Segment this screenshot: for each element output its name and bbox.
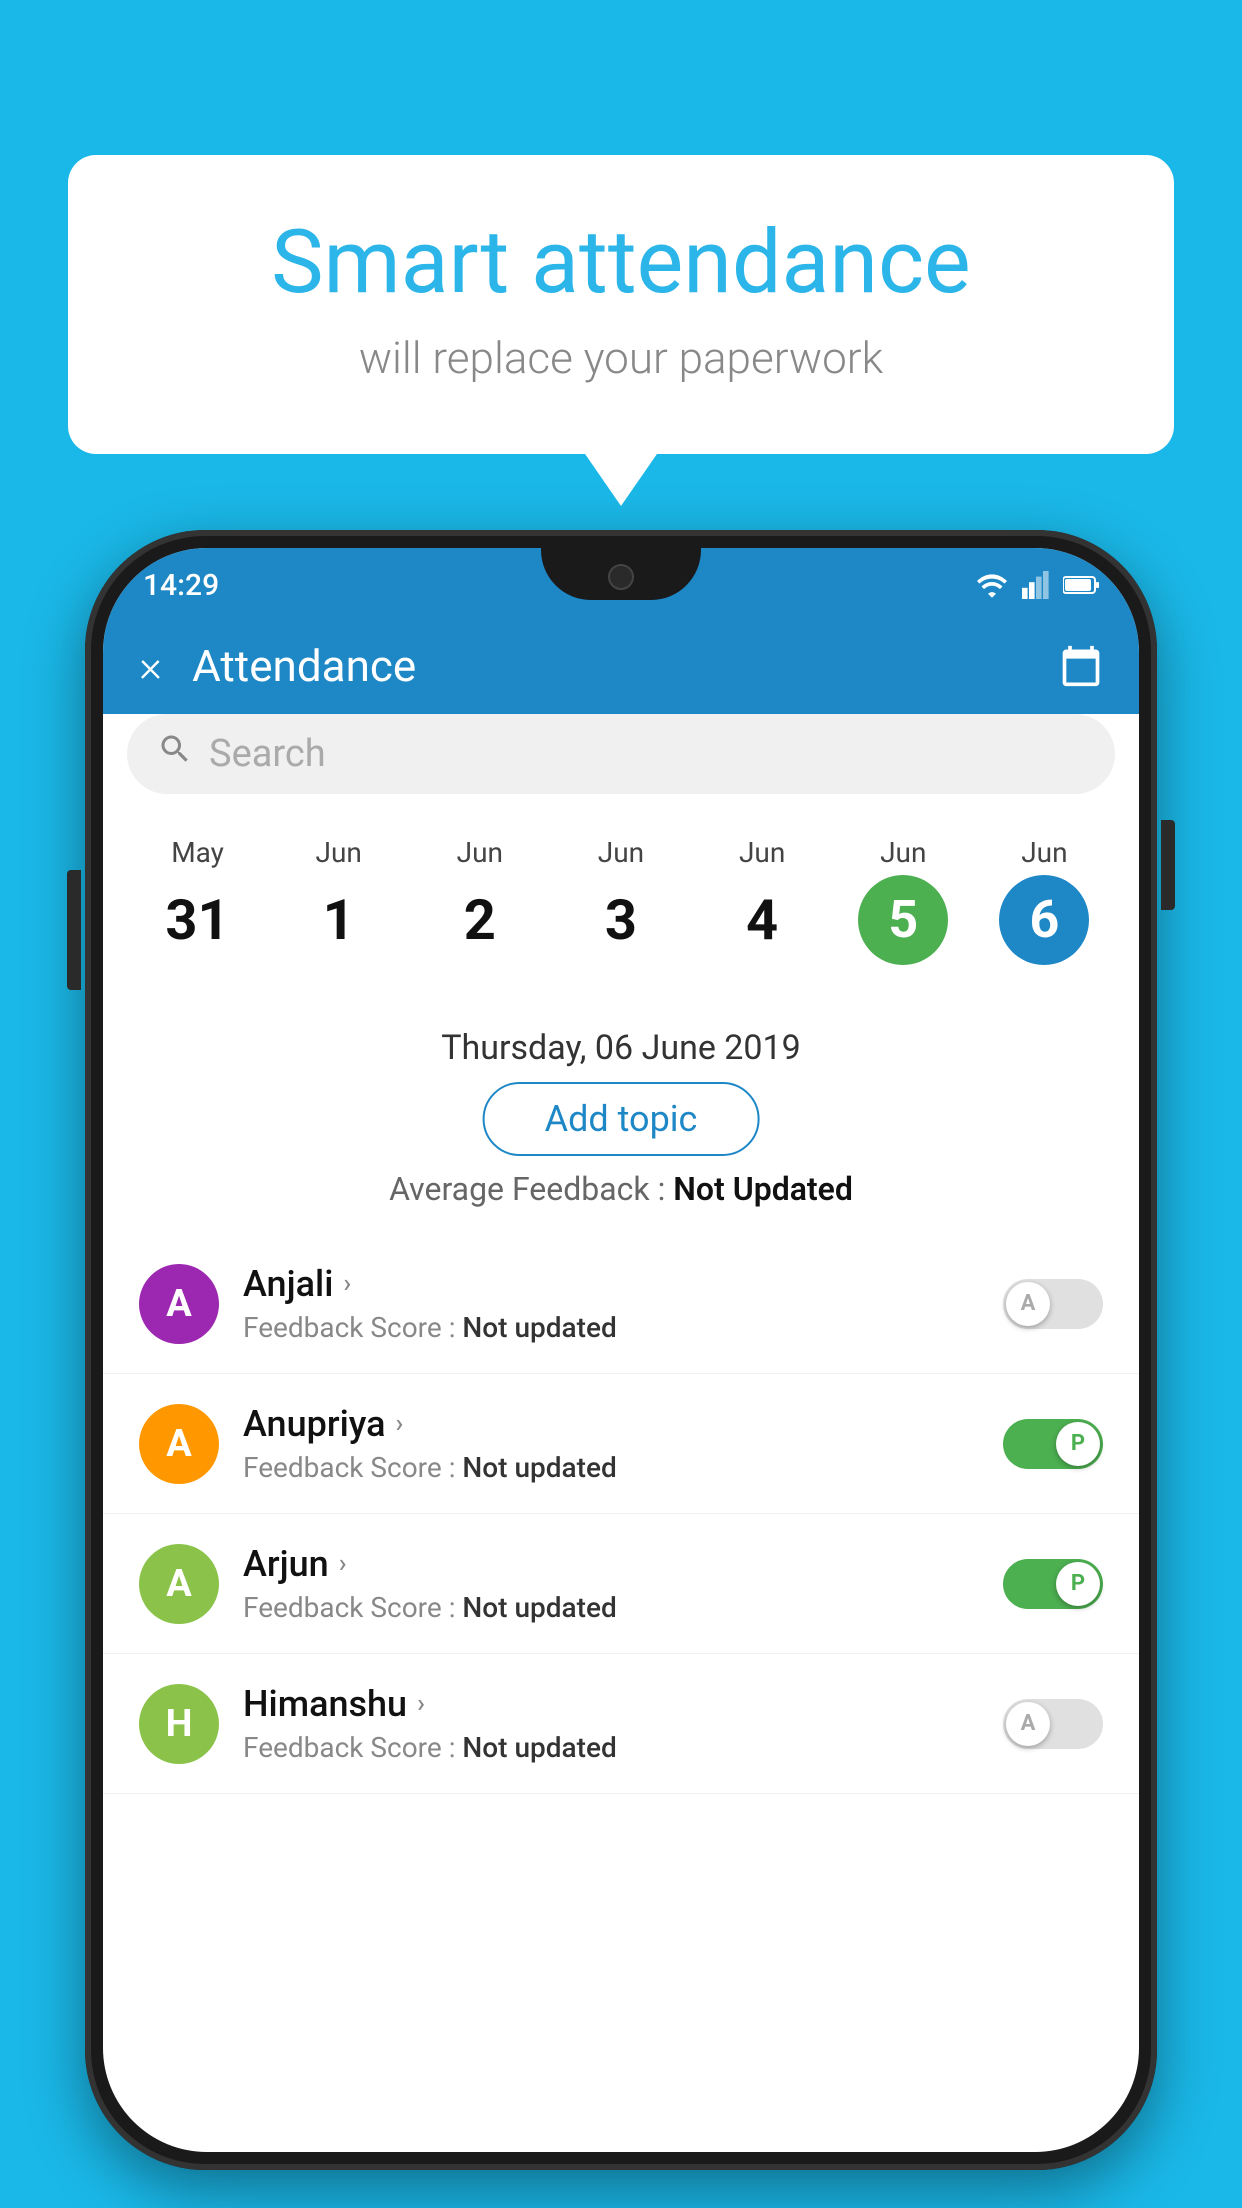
student-name-anupriya: Anupriya › (243, 1403, 1003, 1445)
cal-day-jun1[interactable]: Jun 1 (279, 836, 399, 965)
student-name-himanshu: Himanshu › (243, 1683, 1003, 1725)
attendance-toggle-himanshu[interactable]: A (1003, 1699, 1103, 1749)
student-feedback-anupriya: Feedback Score : Not updated (243, 1451, 1003, 1484)
student-item-anjali[interactable]: A Anjali › Feedback Score : Not updated … (103, 1234, 1139, 1374)
student-item-anupriya[interactable]: A Anupriya › Feedback Score : Not update… (103, 1374, 1139, 1514)
student-info-anjali: Anjali › Feedback Score : Not updated (243, 1263, 1003, 1344)
cal-day-may31[interactable]: May 31 (138, 836, 258, 965)
attendance-toggle-arjun[interactable]: P (1003, 1559, 1103, 1609)
phone-notch (541, 548, 701, 600)
header-title: Attendance (192, 640, 1059, 692)
student-feedback-himanshu: Feedback Score : Not updated (243, 1731, 1003, 1764)
toggle-knob: P (1056, 1422, 1100, 1466)
student-name-anjali: Anjali › (243, 1263, 1003, 1305)
student-info-anupriya: Anupriya › Feedback Score : Not updated (243, 1403, 1003, 1484)
student-item-arjun[interactable]: A Arjun › Feedback Score : Not updated P (103, 1514, 1139, 1654)
phone-screen: 14:29 (103, 548, 1139, 2152)
app-header: × Attendance (103, 618, 1139, 714)
cal-day-jun2[interactable]: Jun 2 (420, 836, 540, 965)
chevron-right-icon: › (417, 1689, 425, 1719)
speech-bubble-title: Smart attendance (148, 215, 1094, 312)
signal-icon (1021, 571, 1051, 599)
speech-bubble-container: Smart attendance will replace your paper… (68, 155, 1174, 454)
attendance-toggle-anjali[interactable]: A (1003, 1279, 1103, 1329)
speech-bubble: Smart attendance will replace your paper… (68, 155, 1174, 454)
attendance-toggle-anupriya[interactable]: P (1003, 1419, 1103, 1469)
student-info-arjun: Arjun › Feedback Score : Not updated (243, 1543, 1003, 1624)
student-feedback-anjali: Feedback Score : Not updated (243, 1311, 1003, 1344)
toggle-knob: P (1056, 1562, 1100, 1606)
calendar-row: May 31 Jun 1 Jun 2 (103, 816, 1139, 965)
toggle-knob: A (1006, 1282, 1050, 1326)
cal-day-jun3[interactable]: Jun 3 (561, 836, 681, 965)
close-button[interactable]: × (139, 640, 162, 692)
student-avatar-arjun: A (139, 1544, 219, 1624)
avg-feedback-value: Not Updated (673, 1170, 853, 1208)
search-placeholder: Search (209, 732, 326, 776)
cal-day-jun5[interactable]: Jun 5 (843, 836, 963, 965)
phone-outer: 14:29 (85, 530, 1157, 2170)
student-info-himanshu: Himanshu › Feedback Score : Not updated (243, 1683, 1003, 1764)
cal-day-jun4[interactable]: Jun 4 (702, 836, 822, 965)
calendar-icon[interactable] (1059, 644, 1103, 688)
chevron-right-icon: › (339, 1549, 347, 1579)
search-icon (157, 731, 193, 777)
status-time: 14:29 (143, 564, 219, 603)
phone-camera (608, 564, 634, 590)
chevron-right-icon: › (343, 1269, 351, 1299)
cal-day-jun6[interactable]: Jun 6 (984, 836, 1104, 965)
student-avatar-anupriya: A (139, 1404, 219, 1484)
avg-feedback: Average Feedback : Not Updated (103, 1170, 1139, 1208)
phone-frame: 14:29 (85, 530, 1157, 2170)
wifi-icon (975, 571, 1009, 599)
speech-bubble-subtitle: will replace your paperwork (148, 332, 1094, 384)
battery-icon (1063, 574, 1099, 596)
selected-date-label: Thursday, 06 June 2019 (103, 1028, 1139, 1068)
student-avatar-himanshu: H (139, 1684, 219, 1764)
student-item-himanshu[interactable]: H Himanshu › Feedback Score : Not update… (103, 1654, 1139, 1794)
student-name-arjun: Arjun › (243, 1543, 1003, 1585)
add-topic-button[interactable]: Add topic (483, 1082, 760, 1156)
search-bar[interactable]: Search (127, 714, 1115, 794)
student-avatar-anjali: A (139, 1264, 219, 1344)
student-list: A Anjali › Feedback Score : Not updated … (103, 1234, 1139, 2152)
status-icons (975, 567, 1099, 599)
avg-feedback-label: Average Feedback : (389, 1170, 673, 1208)
chevron-right-icon: › (396, 1409, 404, 1439)
toggle-knob: A (1006, 1702, 1050, 1746)
student-feedback-arjun: Feedback Score : Not updated (243, 1591, 1003, 1624)
